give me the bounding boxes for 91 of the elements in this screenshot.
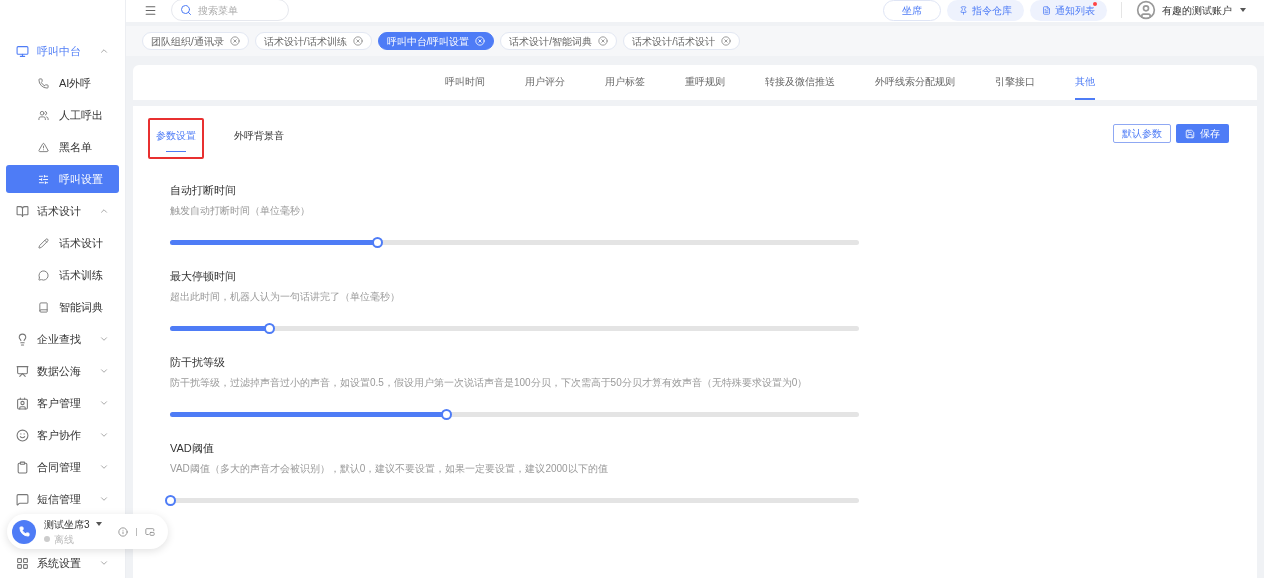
page-tag[interactable]: 话术设计/智能词典 [500, 32, 618, 50]
settings-tab[interactable]: 用户评分 [525, 65, 565, 100]
slider-thumb[interactable] [165, 494, 176, 506]
header-button[interactable]: 坐席 [883, 0, 941, 21]
close-icon[interactable] [720, 36, 731, 46]
sidebar-item[interactable]: 黑名单 [6, 133, 119, 161]
menu-icon [16, 428, 29, 442]
chevron-icon [99, 366, 109, 376]
setting-title: 自动打断时间 [170, 183, 237, 198]
save-button[interactable]: 保存 [1176, 124, 1229, 143]
menu-icon [38, 269, 49, 281]
setting-description: 超出此时间，机器人认为一句话讲完了（单位毫秒） [170, 289, 401, 304]
menu-icon [38, 77, 49, 89]
chevron-icon [99, 494, 109, 504]
sub-tab[interactable]: 参数设置 [148, 118, 204, 159]
sidebar-group[interactable]: 话术设计 [0, 195, 125, 227]
sidebar-item[interactable]: 话术训练 [6, 261, 119, 289]
phone-button[interactable] [12, 519, 36, 544]
setting-title: 防干扰等级 [170, 355, 226, 370]
sidebar-item[interactable]: 人工呼出 [6, 101, 119, 129]
menu-icon [38, 237, 49, 249]
chevron-icon [99, 46, 109, 56]
sidebar-group[interactable]: 客户协作 [0, 419, 125, 451]
chevron-icon [99, 430, 109, 440]
settings-tab[interactable]: 呼叫时间 [445, 65, 485, 100]
page-tag[interactable]: 话术设计/话术训练 [254, 32, 372, 50]
setting-title: 最大停顿时间 [170, 269, 237, 284]
chevron-icon [99, 558, 109, 568]
page-tag[interactable]: 呼叫中台/呼叫设置 [377, 32, 495, 50]
menu-icon [16, 204, 29, 218]
account-name[interactable]: 有趣的测试账户 [1162, 2, 1232, 18]
page-tag[interactable]: 话术设计/话术设计 [623, 32, 740, 50]
save-icon [1185, 128, 1195, 139]
caret-icon [1240, 8, 1246, 12]
sidebar-group[interactable]: 客户管理 [0, 387, 125, 419]
sidebar-group[interactable]: 短信管理 [0, 483, 125, 515]
menu-icon[interactable] [144, 3, 157, 17]
setting-description: 触发自动打断时间（单位毫秒） [170, 203, 311, 218]
close-icon[interactable] [598, 36, 609, 46]
settings-tab[interactable]: 外呼线索分配规则 [875, 65, 955, 100]
menu-icon [16, 492, 29, 506]
sidebar-group[interactable]: 系统设置 [0, 547, 125, 578]
settings-tab[interactable]: 转接及微信推送 [765, 65, 835, 100]
header-button[interactable]: 通知列表 [1030, 0, 1107, 21]
chevron-icon [99, 398, 109, 408]
menu-icon [16, 460, 29, 474]
sidebar-item[interactable]: AI外呼 [6, 69, 119, 97]
sidebar-group[interactable]: 合同管理 [0, 451, 125, 483]
close-icon[interactable] [352, 36, 363, 46]
menu-icon [38, 141, 49, 153]
menu-icon [16, 44, 29, 58]
settings-tab[interactable]: 重呼规则 [685, 65, 725, 100]
default-params-button[interactable]: 默认参数 [1113, 124, 1171, 143]
slider-thumb[interactable] [371, 236, 383, 248]
sidebar-group[interactable]: 呼叫中台 [0, 35, 125, 67]
sidebar-group[interactable]: 企业查找 [0, 323, 125, 355]
chevron-icon [99, 462, 109, 472]
sub-tab[interactable]: 外呼背景音 [226, 118, 292, 159]
menu-icon [16, 396, 29, 410]
settings-tab[interactable]: 引擎接口 [995, 65, 1035, 100]
setting-title: VAD阈值 [170, 441, 215, 456]
slider-thumb[interactable] [264, 322, 276, 334]
chevron-icon [99, 206, 109, 216]
phone-icon [18, 526, 30, 537]
slider-thumb[interactable] [440, 408, 452, 420]
page-tag[interactable]: 团队组织/通讯录 [142, 32, 249, 50]
chevron-icon [99, 334, 109, 344]
settings-tab[interactable]: 用户标签 [605, 65, 645, 100]
search-icon [180, 4, 192, 16]
sidebar-item[interactable]: 智能词典 [6, 293, 119, 321]
document-icon [1042, 5, 1051, 15]
menu-icon [16, 364, 29, 378]
caret-icon [95, 522, 102, 526]
header-button[interactable]: 指令仓库 [947, 0, 1024, 21]
pin-icon [959, 5, 968, 15]
close-icon[interactable] [229, 36, 240, 46]
sidebar-item[interactable]: 话术设计 [6, 229, 119, 257]
settings-tab[interactable]: 其他 [1075, 65, 1095, 100]
info-icon[interactable] [118, 526, 128, 537]
menu-icon [38, 109, 49, 121]
agent-status: 离线 [54, 532, 74, 547]
menu-icon [38, 173, 49, 185]
menu-icon [16, 556, 29, 570]
menu-icon [16, 332, 29, 346]
menu-icon [38, 301, 49, 313]
search-input[interactable]: 搜索菜单 [198, 2, 278, 18]
sidebar-group[interactable]: 数据公海 [0, 355, 125, 387]
sidebar-item[interactable]: 呼叫设置 [6, 165, 119, 193]
window-icon[interactable] [145, 526, 155, 537]
agent-name[interactable]: 测试坐席3 [44, 516, 90, 532]
avatar-icon[interactable] [1136, 0, 1156, 20]
